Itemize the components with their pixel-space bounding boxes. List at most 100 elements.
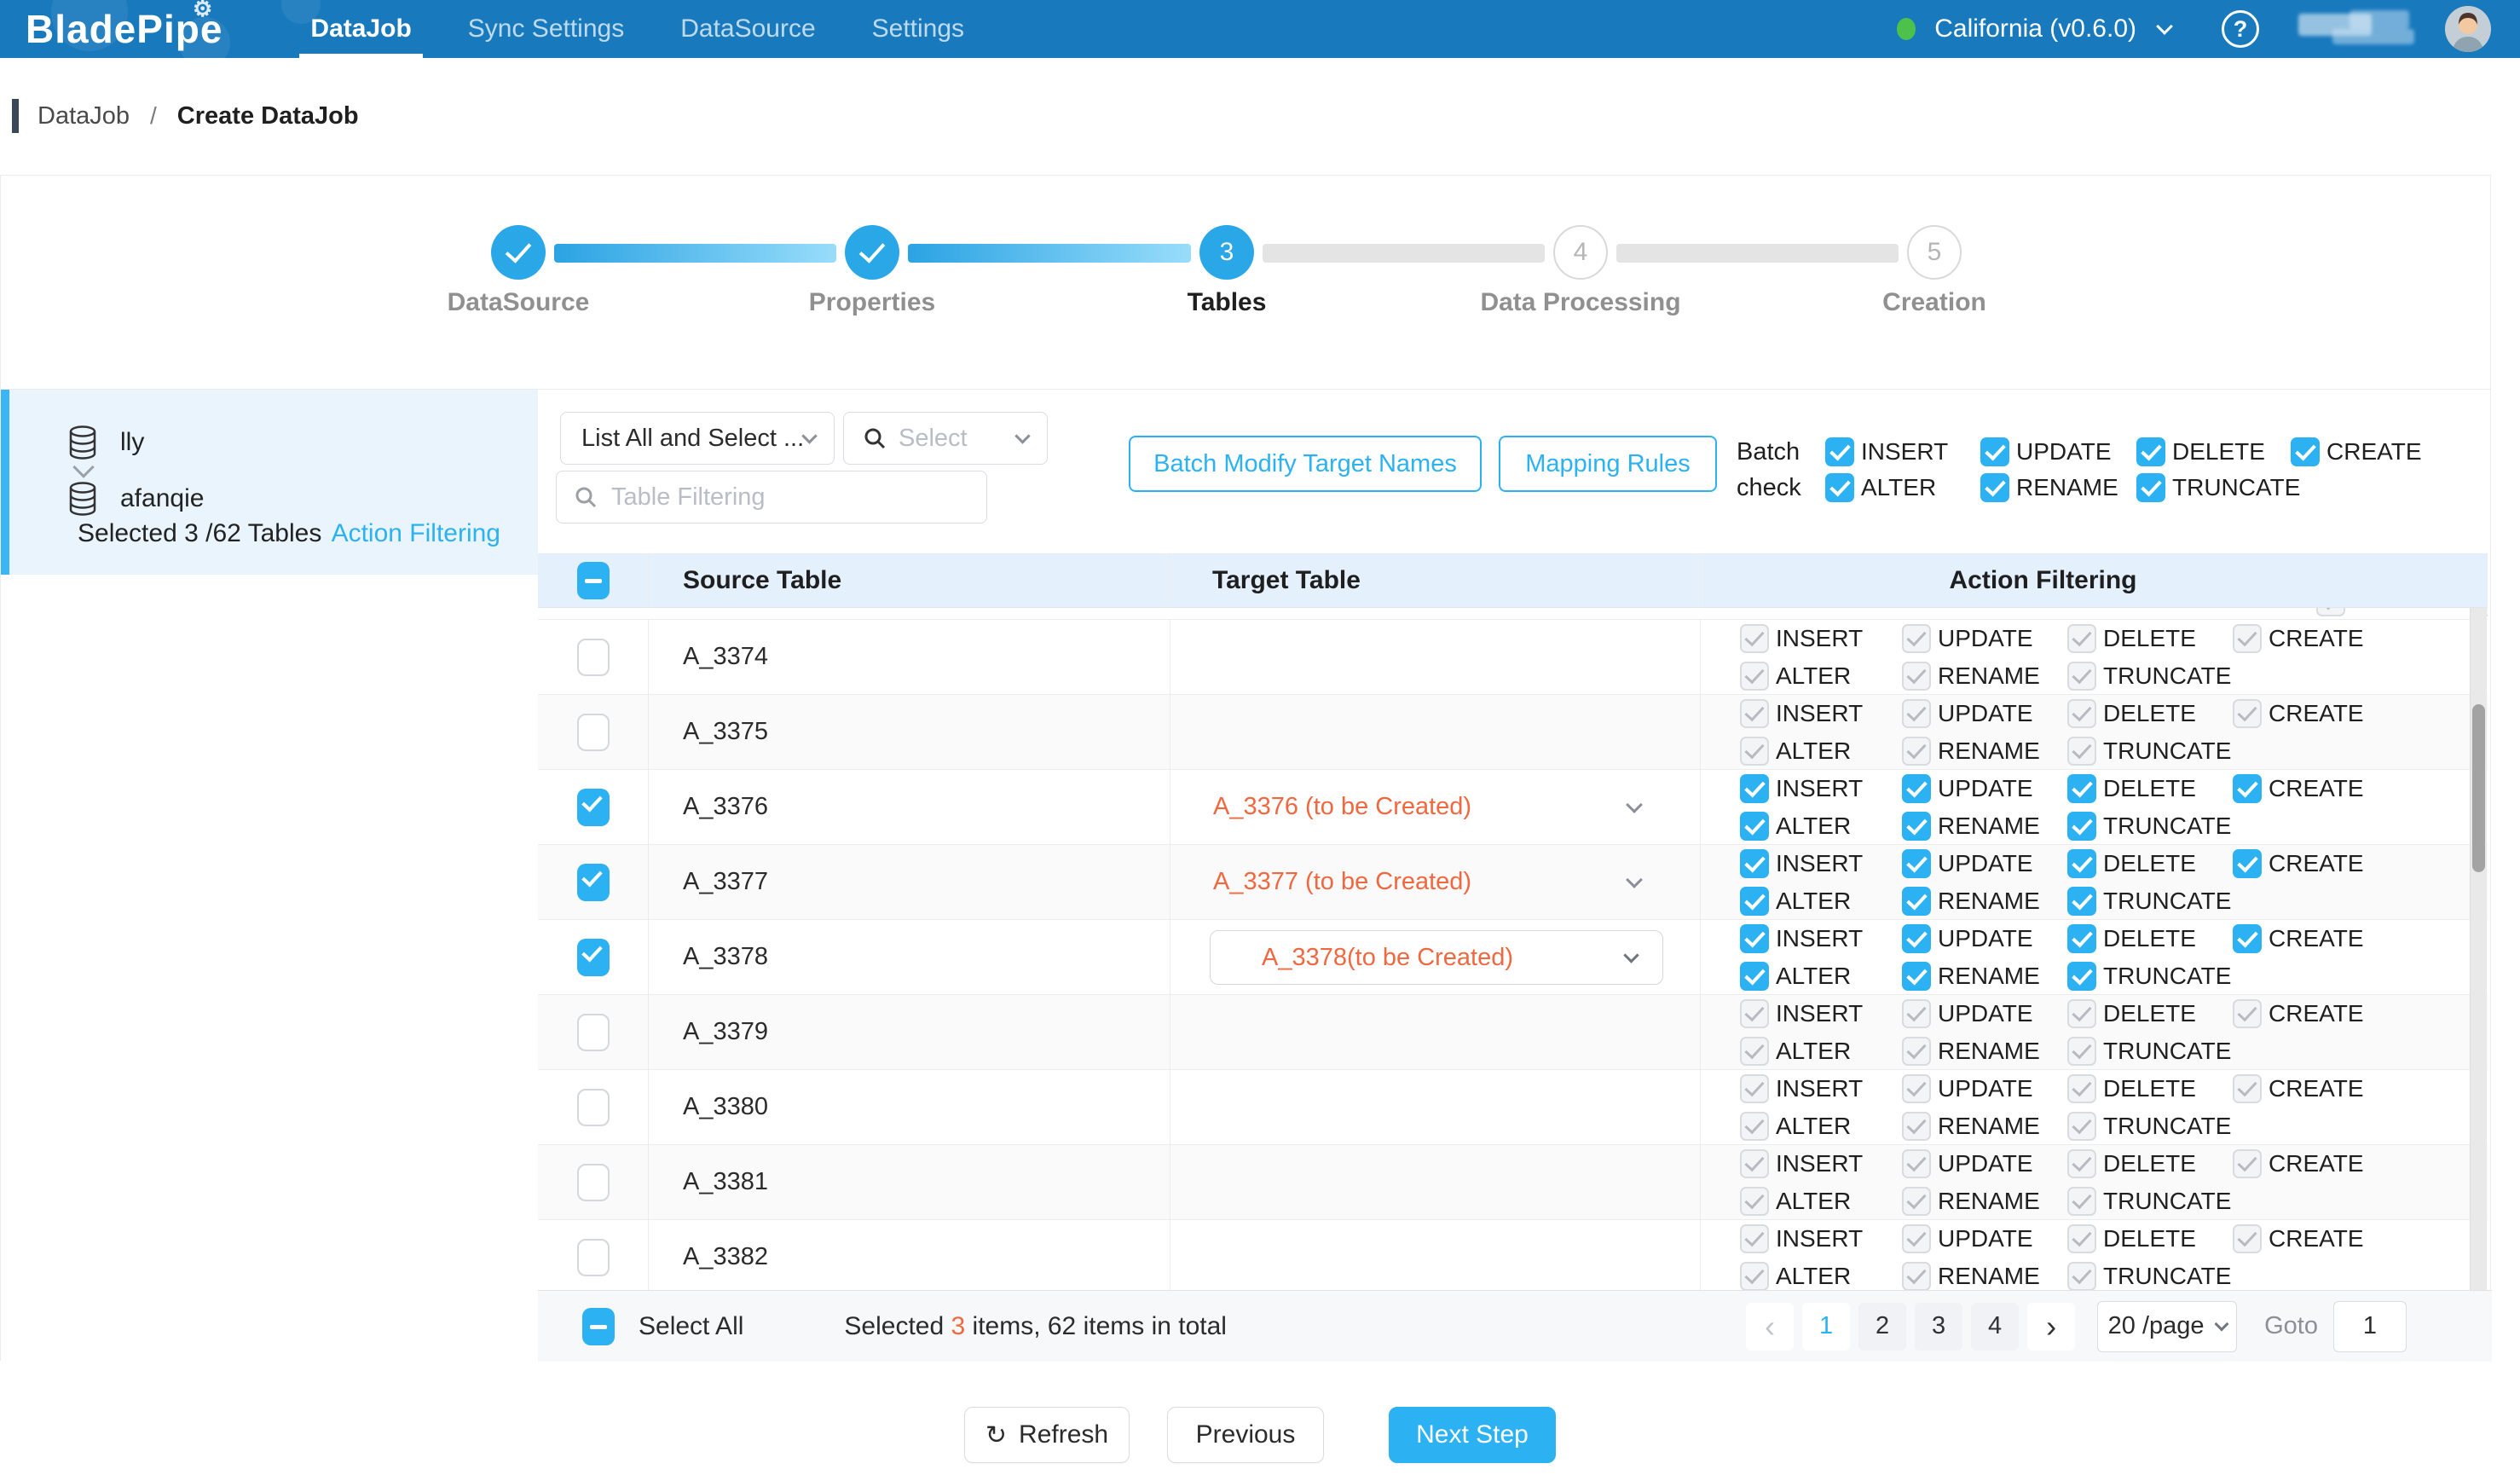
checkbox-alter[interactable] <box>1740 1187 1769 1216</box>
checkbox-update[interactable] <box>1902 699 1931 728</box>
checkbox-insert[interactable] <box>1740 999 1769 1028</box>
checkbox-rename[interactable] <box>1902 662 1931 691</box>
row-checkbox-a-3382[interactable] <box>577 1239 610 1276</box>
checkbox-alter[interactable] <box>1740 812 1769 841</box>
checkbox-update[interactable] <box>1902 774 1931 803</box>
checkbox-rename[interactable] <box>1902 1187 1931 1216</box>
checkbox-truncate[interactable] <box>2067 1112 2096 1141</box>
checkbox-insert[interactable] <box>1740 1149 1769 1178</box>
checkbox-truncate[interactable] <box>2067 962 2096 991</box>
nav-item-sync-settings[interactable]: Sync Settings <box>440 0 652 58</box>
checkbox-update[interactable] <box>1902 849 1931 878</box>
checkbox-create[interactable] <box>2233 924 2262 953</box>
checkbox-alter[interactable] <box>1825 473 1854 502</box>
previous-button[interactable]: Previous <box>1167 1407 1324 1463</box>
checkbox-insert[interactable] <box>1740 1074 1769 1103</box>
checkbox-alter[interactable] <box>1740 962 1769 991</box>
checkbox-create[interactable] <box>2233 849 2262 878</box>
table-filter-input[interactable] <box>611 483 969 512</box>
checkbox-delete[interactable] <box>2067 849 2096 878</box>
checkbox-create[interactable] <box>2233 624 2262 653</box>
checkbox-truncate[interactable] <box>2067 662 2096 691</box>
region-selector[interactable]: California (v0.6.0) <box>1934 14 2136 43</box>
checkbox-truncate[interactable] <box>2067 1037 2096 1066</box>
next-page-button[interactable]: › <box>2027 1303 2075 1351</box>
checkbox-alter[interactable] <box>1740 662 1769 691</box>
help-icon[interactable]: ? <box>2222 10 2259 48</box>
chevron-down-icon[interactable] <box>2156 18 2173 35</box>
table-select-dropdown[interactable]: Select <box>843 412 1048 465</box>
checkbox-rename[interactable] <box>1902 1112 1931 1141</box>
checkbox-delete[interactable] <box>2067 999 2096 1028</box>
goto-page-input[interactable] <box>2333 1301 2407 1352</box>
checkbox-rename[interactable] <box>1902 812 1931 841</box>
checkbox-insert[interactable] <box>1740 924 1769 953</box>
checkbox-delete[interactable] <box>2067 774 2096 803</box>
page-button-2[interactable]: 2 <box>1858 1303 1906 1351</box>
breadcrumb-parent[interactable]: DataJob <box>38 102 130 130</box>
checkbox-alter[interactable] <box>1740 1037 1769 1066</box>
checkbox-update[interactable] <box>1902 999 1931 1028</box>
checkbox-rename[interactable] <box>1902 1262 1931 1290</box>
checkbox-truncate[interactable] <box>2067 812 2096 841</box>
checkbox-insert[interactable] <box>1740 849 1769 878</box>
checkbox-create[interactable] <box>2233 1149 2262 1178</box>
scrollbar-thumb[interactable] <box>2472 704 2485 872</box>
page-button-1[interactable]: 1 <box>1802 1303 1850 1351</box>
row-checkbox-a-3378[interactable] <box>577 939 610 976</box>
step-circle-data-processing[interactable]: 4 <box>1553 225 1608 280</box>
checkbox-update[interactable] <box>1902 1074 1931 1103</box>
select-all-header-checkbox[interactable] <box>577 562 610 599</box>
mapping-rules-button[interactable]: Mapping Rules <box>1499 436 1717 492</box>
checkbox-alter[interactable] <box>1740 1262 1769 1290</box>
checkbox-delete[interactable] <box>2136 437 2165 466</box>
checkbox-truncate[interactable] <box>2067 1262 2096 1290</box>
checkbox-delete[interactable] <box>2067 924 2096 953</box>
checkbox-rename[interactable] <box>1902 737 1931 766</box>
page-button-4[interactable]: 4 <box>1971 1303 2019 1351</box>
checkbox-insert[interactable] <box>1740 699 1769 728</box>
checkbox-alter[interactable] <box>1740 737 1769 766</box>
list-mode-select[interactable]: List All and Select ... <box>560 412 835 465</box>
row-checkbox-a-3374[interactable] <box>577 639 610 676</box>
prev-page-button[interactable]: ‹ <box>1746 1303 1794 1351</box>
refresh-button[interactable]: ↻ Refresh <box>964 1407 1130 1463</box>
checkbox-create[interactable] <box>2233 1074 2262 1103</box>
select-all-checkbox[interactable] <box>582 1308 615 1345</box>
checkbox-update[interactable] <box>1980 437 2009 466</box>
checkbox-delete[interactable] <box>2067 624 2096 653</box>
checkbox-insert[interactable] <box>1740 774 1769 803</box>
checkbox-rename[interactable] <box>1902 887 1931 916</box>
checkbox-update[interactable] <box>1902 1149 1931 1178</box>
checkbox-create[interactable] <box>2233 999 2262 1028</box>
checkbox-update[interactable] <box>1902 624 1931 653</box>
row-checkbox-a-3380[interactable] <box>577 1089 610 1126</box>
checkbox-alter[interactable] <box>1740 887 1769 916</box>
row-checkbox-a-3379[interactable] <box>577 1014 610 1051</box>
step-circle-creation[interactable]: 5 <box>1907 225 1962 280</box>
next-step-button[interactable]: Next Step <box>1389 1407 1556 1463</box>
checkbox-rename[interactable] <box>1902 962 1931 991</box>
checkbox-truncate[interactable] <box>2067 737 2096 766</box>
target-name-select[interactable]: A_3378(to be Created) <box>1210 930 1663 985</box>
checkbox-truncate[interactable] <box>2067 887 2096 916</box>
datasource-pair-card[interactable]: lly afanqie Selected 3 /62 Tables Action… <box>1 390 538 575</box>
step-circle-datasource[interactable] <box>491 225 546 280</box>
step-circle-tables[interactable]: 3 <box>1199 225 1254 280</box>
row-checkbox-a-3377[interactable] <box>577 864 610 901</box>
checkbox-delete[interactable] <box>2067 1224 2096 1253</box>
checkbox-truncate[interactable] <box>2067 1187 2096 1216</box>
checkbox-create[interactable] <box>2233 699 2262 728</box>
page-size-select[interactable]: 20 /page <box>2097 1301 2237 1352</box>
checkbox-insert[interactable] <box>1740 1224 1769 1253</box>
checkbox-create[interactable] <box>2233 774 2262 803</box>
chevron-down-icon[interactable] <box>1626 871 1643 888</box>
checkbox-rename[interactable] <box>1902 1037 1931 1066</box>
action-filtering-link[interactable]: Action Filtering <box>332 519 500 548</box>
chevron-down-icon[interactable] <box>1626 796 1643 813</box>
vertical-scrollbar[interactable] <box>2470 608 2487 1290</box>
row-checkbox-a-3376[interactable] <box>577 789 610 826</box>
page-button-3[interactable]: 3 <box>1915 1303 1962 1351</box>
checkbox-delete[interactable] <box>2067 1149 2096 1178</box>
checkbox-update[interactable] <box>1902 1224 1931 1253</box>
